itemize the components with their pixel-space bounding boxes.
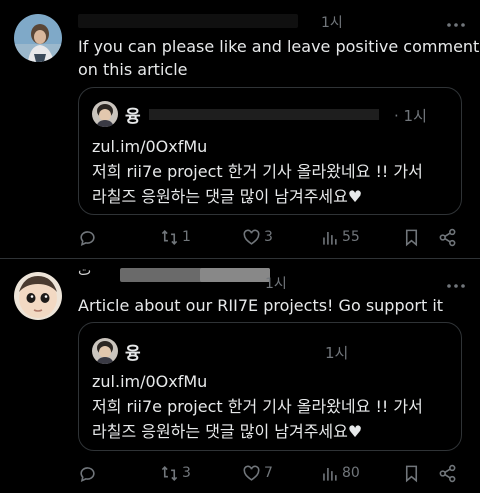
like-button[interactable]: 3 <box>242 226 273 248</box>
bookmark-icon <box>405 465 418 482</box>
views-icon <box>323 231 337 245</box>
bookmark-icon <box>405 229 418 246</box>
like-button[interactable]: 7 <box>242 462 273 484</box>
repost-icon <box>161 229 178 245</box>
avatar[interactable] <box>14 272 62 320</box>
quote-link[interactable]: zul.im/0OxfMu <box>92 134 207 159</box>
repost-button[interactable]: 3 <box>160 462 191 484</box>
blurred-handle <box>200 268 270 282</box>
quote-time: · 1시 <box>394 107 427 125</box>
action-bar: 3 7 80 <box>78 462 468 484</box>
blurred-handle <box>149 109 379 120</box>
quote-link[interactable]: zul.im/0OxfMu <box>92 369 207 394</box>
reply-button[interactable] <box>78 462 100 484</box>
quoted-post[interactable]: 융 1시 zul.im/0OxfMu 저희 rii7e project 한거 기… <box>78 322 462 451</box>
post-time: 1시 <box>321 15 343 31</box>
quote-time: 1시 <box>325 344 349 362</box>
post-time: 1시 <box>265 276 287 292</box>
share-icon <box>439 228 456 246</box>
reply-icon <box>80 230 95 246</box>
views-icon <box>323 467 337 481</box>
share-icon <box>439 464 456 482</box>
author-name: ت <box>78 263 92 279</box>
share-button[interactable] <box>438 462 457 484</box>
quoted-post[interactable]: 융 · 1시 zul.im/0OxfMu 저희 rii7e project 한거… <box>78 87 462 215</box>
quote-text-line: 라칠즈 응원하는 댓글 많이 남겨주세요♥ <box>92 187 363 206</box>
post-text-line: on this article <box>78 60 188 79</box>
post[interactable]: ت 1시 Article about our RII7E projects! G… <box>0 259 480 493</box>
share-button[interactable] <box>438 226 457 248</box>
avatar[interactable] <box>14 14 62 62</box>
views-count: 55 <box>342 229 360 245</box>
like-icon <box>243 465 260 481</box>
repost-icon <box>161 465 178 481</box>
repost-button[interactable]: 1 <box>160 226 191 248</box>
quote-text-line: 저희 rii7e project 한거 기사 올라왔네요 !! 가서 <box>92 162 423 181</box>
reply-button[interactable] <box>78 226 100 248</box>
bookmark-button[interactable] <box>402 462 421 484</box>
views-button[interactable]: 80 <box>320 462 360 484</box>
blurred-username <box>78 14 298 28</box>
more-icon[interactable] <box>446 18 466 32</box>
bookmark-button[interactable] <box>402 226 421 248</box>
quote-text-line: 저희 rii7e project 한거 기사 올라왔네요 !! 가서 <box>92 397 423 416</box>
reply-icon <box>80 466 95 482</box>
like-count: 3 <box>264 229 273 245</box>
views-button[interactable]: 55 <box>320 226 360 248</box>
views-count: 80 <box>342 465 360 481</box>
post-text-line: Article about our RII7E projects! Go sup… <box>78 296 444 315</box>
more-icon[interactable] <box>446 279 466 293</box>
post-text-line: If you can please like and leave positiv… <box>78 37 480 56</box>
quote-author-name: 융 <box>125 107 141 127</box>
quote-author-name: 융 <box>125 344 141 364</box>
like-icon <box>243 229 260 245</box>
quote-avatar[interactable] <box>92 338 118 364</box>
post[interactable]: 1시 If you can please like and leave posi… <box>0 0 480 258</box>
repost-count: 3 <box>182 465 191 481</box>
action-bar: 1 3 55 <box>78 226 468 248</box>
repost-count: 1 <box>182 229 191 245</box>
like-count: 7 <box>264 465 273 481</box>
quote-avatar[interactable] <box>92 101 118 127</box>
quote-text-line: 라칠즈 응원하는 댓글 많이 남겨주세요♥ <box>92 422 363 441</box>
